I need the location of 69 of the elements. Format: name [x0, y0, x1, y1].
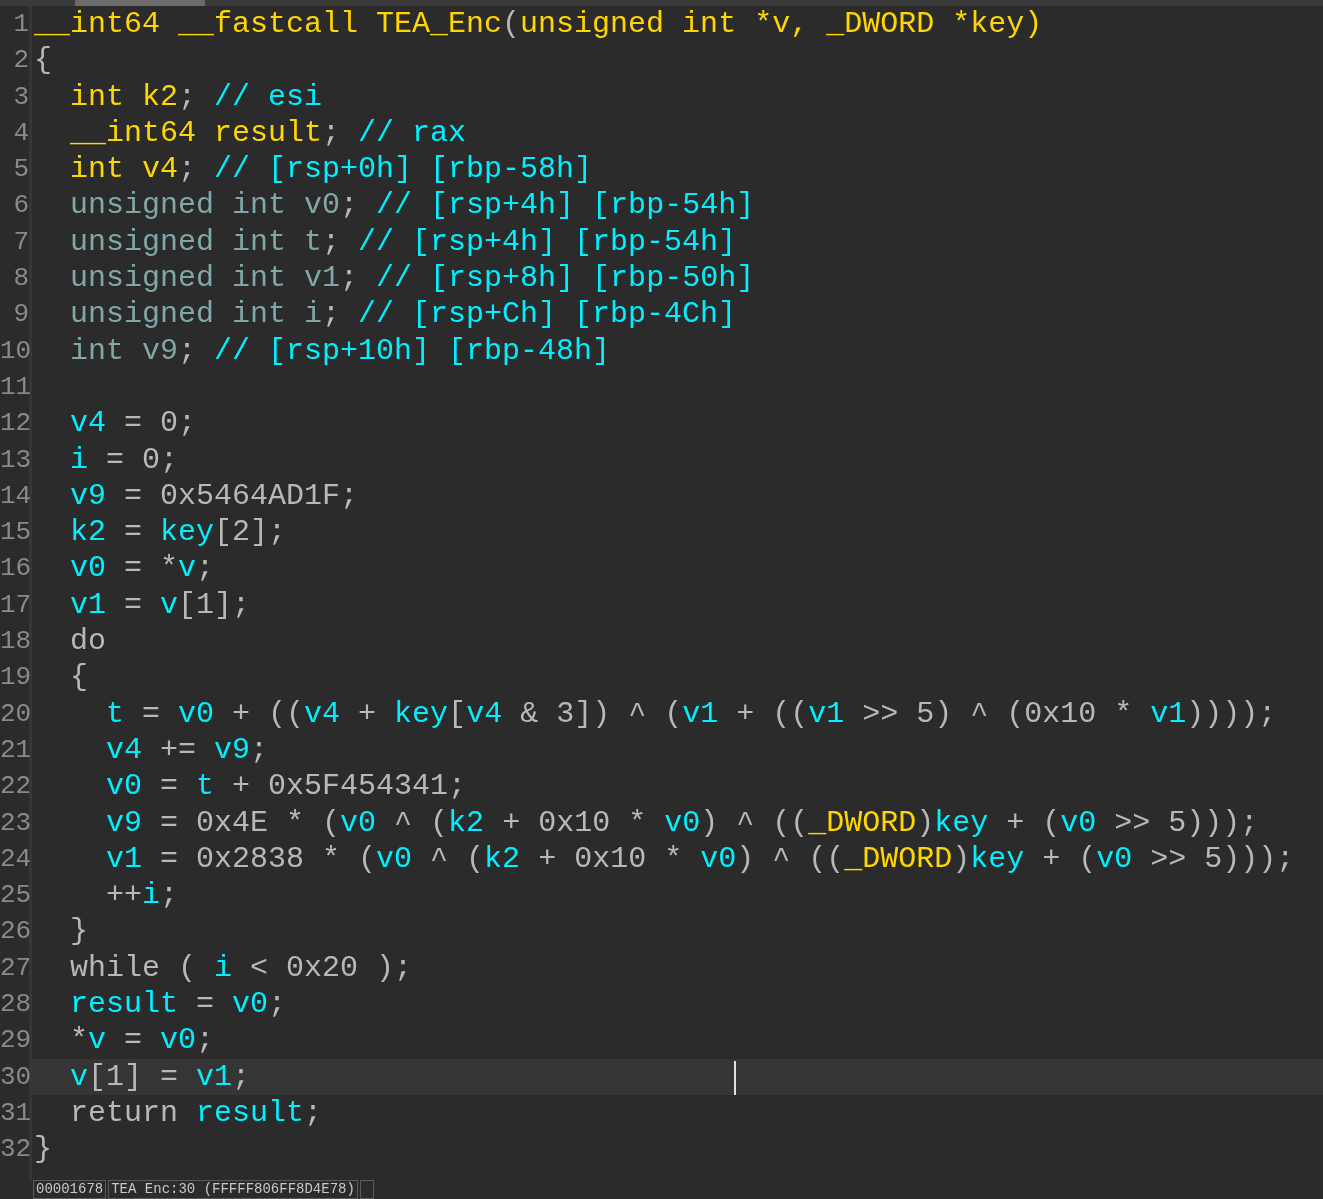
- line-number: 11: [0, 370, 29, 404]
- code-line: int v4; // [rsp+0h] [rbp-58h]: [69, 151, 593, 188]
- code-line: while ( i < 0x20 );: [69, 949, 413, 986]
- line-number: 30: [0, 1060, 29, 1094]
- line-number: 1: [12, 8, 29, 41]
- code-line: int k2; // esi: [69, 78, 323, 115]
- text-cursor: [734, 1060, 736, 1095]
- line-number: 15: [0, 516, 29, 550]
- line-number: 2: [12, 44, 29, 78]
- code-line: v9 = 0x4E * (v0 ^ (k2 + 0x10 * v0) ^ ((_DWORD)key + (v0 >> 5)));: [105, 804, 1259, 841]
- line-number: 22: [0, 770, 29, 804]
- line-number: 25: [0, 879, 29, 913]
- code-line: return result;: [69, 1094, 323, 1132]
- code-line: int v9; // [rsp+10h] [rbp-48h]: [69, 332, 611, 369]
- code-line: v4 += v9;: [105, 731, 269, 769]
- code-line: i = 0;: [69, 441, 179, 478]
- line-number: 7: [12, 225, 29, 259]
- code-line: v1 = 0x2838 * (v0 ^ (k2 + 0x10 * v0) ^ ((_DWORD)key + (v0 >> 5)));: [105, 840, 1295, 878]
- line-number: 24: [0, 842, 29, 876]
- code-line: result = v0;: [69, 986, 287, 1023]
- line-number: 17: [0, 588, 29, 622]
- line-number: 9: [12, 298, 29, 332]
- code-line: }: [69, 913, 88, 950]
- code-line: ++i;: [105, 877, 179, 914]
- line-number: 23: [0, 806, 29, 840]
- line-number: 13: [0, 443, 29, 477]
- scrollbar-thumb[interactable]: [75, 0, 205, 6]
- line-number: 3: [12, 80, 29, 114]
- code-line: v0 = *v;: [69, 550, 215, 587]
- line-number: 6: [12, 189, 29, 223]
- code-line: *v = v0;: [69, 1022, 215, 1059]
- line-number: 20: [0, 697, 29, 731]
- code-line: __int64 result; // rax: [69, 114, 467, 152]
- line-number: 16: [0, 552, 29, 586]
- code-line: do: [69, 623, 106, 660]
- code-line: unsigned int v0; // [rsp+4h] [rbp-54h]: [69, 187, 755, 224]
- line-number: 12: [0, 407, 29, 441]
- line-number: 19: [0, 661, 29, 695]
- line-number: 8: [12, 262, 29, 296]
- code-line: k2 = key[2];: [69, 514, 287, 551]
- line-number: 21: [0, 733, 29, 767]
- code-line: v1 = v[1];: [69, 586, 251, 624]
- code-line: {: [69, 659, 88, 696]
- line-number: 27: [0, 951, 29, 985]
- horizontal-scrollbar[interactable]: [0, 0, 1323, 6]
- code-line: v0 = t + 0x5F454341;: [105, 768, 467, 805]
- line-number: 28: [0, 988, 29, 1021]
- status-field: TEA Enc:30 (FFFFF806FF8D4E78): [108, 1180, 358, 1199]
- status-field: [359, 1180, 374, 1199]
- code-line: v9 = 0x5464AD1F;: [69, 477, 359, 515]
- code-line: }: [33, 1131, 52, 1168]
- code-line: unsigned int i; // [rsp+Ch] [rbp-4Ch]: [69, 296, 737, 333]
- line-number: 10: [0, 334, 29, 368]
- code-line: __int64 __fastcall TEA_Enc(unsigned int *v, _DWORD *key): [33, 6, 1043, 43]
- code-line: v4 = 0;: [69, 405, 197, 442]
- code-line: {: [33, 42, 52, 79]
- code-line: unsigned int v1; // [rsp+8h] [rbp-50h]: [69, 260, 755, 297]
- status-field: 00001678: [33, 1180, 107, 1199]
- line-number: 31: [0, 1096, 29, 1130]
- line-number: 29: [0, 1024, 29, 1058]
- line-number: 18: [0, 625, 29, 659]
- line-number: 32: [0, 1133, 29, 1167]
- code-line: unsigned int t; // [rsp+4h] [rbp-54h]: [69, 223, 737, 261]
- code-line: v[1] = v1;: [69, 1058, 251, 1095]
- line-number: 14: [0, 479, 29, 513]
- line-number: 4: [12, 116, 29, 150]
- code-line: t = v0 + ((v4 + key[v4 & 3]) ^ (v1 + ((v1 >> 5) ^ (0x10 * v1))));: [105, 695, 1277, 732]
- line-number: 26: [0, 915, 29, 949]
- line-number: 5: [12, 153, 29, 187]
